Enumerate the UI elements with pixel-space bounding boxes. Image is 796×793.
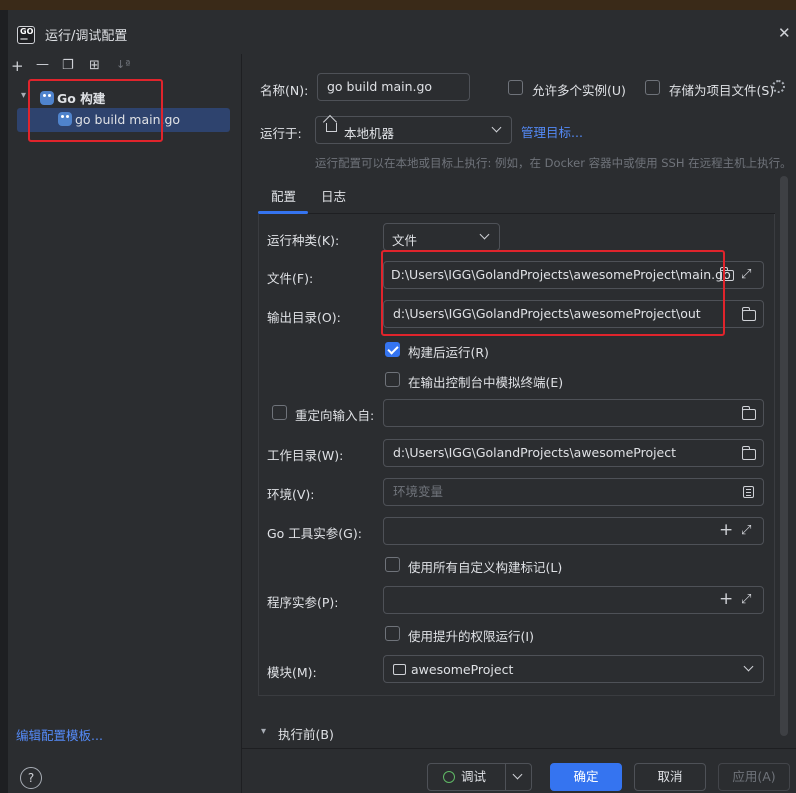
home-icon	[326, 123, 337, 132]
files-label: 文件(F):	[267, 271, 314, 286]
close-icon[interactable]: ✕	[778, 24, 791, 42]
emulate-terminal-label: 在输出控制台中模拟终端(E)	[408, 375, 564, 390]
gear-icon[interactable]	[772, 80, 785, 93]
manage-targets-link[interactable]: 管理目标...	[521, 122, 583, 141]
folder-icon[interactable]	[742, 406, 756, 420]
before-launch-label[interactable]: 执行前(B)	[278, 724, 334, 743]
run-on-hint: 运行配置可以在本地或目标上执行: 例如，在 Docker 容器中或使用 SSH …	[315, 156, 792, 170]
remove-icon[interactable]: —	[36, 57, 49, 72]
go-tool-args-label: Go 工具实参(G):	[267, 526, 362, 541]
apply-button[interactable]: 应用(A)	[718, 763, 790, 791]
module-value: awesomeProject	[393, 662, 513, 677]
goland-app-icon: GO —	[17, 26, 35, 44]
annotation-highlight-paths	[381, 250, 725, 336]
working-dir-label: 工作目录(W):	[267, 448, 344, 463]
tab-configuration[interactable]: 配置	[271, 186, 296, 205]
env-label: 环境(V):	[267, 487, 315, 502]
use-custom-tags-checkbox[interactable]	[385, 557, 400, 572]
vertical-scrollbar[interactable]	[780, 176, 788, 736]
go-tool-args-field[interactable]	[383, 517, 764, 545]
run-on-label: 运行于:	[260, 126, 302, 141]
background-editor-edge	[0, 10, 8, 793]
elevated-label: 使用提升的权限运行(I)	[408, 629, 534, 644]
edit-templates-link[interactable]: 编辑配置模板...	[16, 725, 103, 744]
add-icon[interactable]: +	[11, 57, 24, 75]
module-icon	[393, 664, 406, 675]
working-dir-field[interactable]: d:\Users\IGG\GolandProjects\awesomeProje…	[383, 439, 764, 467]
tree-expand-chevron-icon[interactable]: ▾	[21, 90, 26, 101]
expand-icon[interactable]: ⤢	[741, 592, 751, 607]
section-collapse-chevron-icon[interactable]: ▾	[261, 726, 266, 737]
run-on-value: 本地机器	[344, 126, 395, 141]
expand-icon[interactable]: ⤢	[741, 523, 751, 538]
sort-icon[interactable]: ↓ª	[116, 58, 130, 71]
allow-multiple-label: 允许多个实例(U)	[532, 83, 626, 98]
env-field[interactable]: 环境变量	[383, 478, 764, 506]
elevated-checkbox[interactable]	[385, 626, 400, 641]
dialog-title: 运行/调试配置	[45, 29, 128, 44]
background-window-strip	[0, 0, 796, 10]
debug-split-divider	[505, 764, 506, 790]
module-label: 模块(M):	[267, 665, 317, 680]
store-as-file-label: 存储为项目文件(S)	[669, 83, 775, 98]
run-after-build-label: 构建后运行(R)	[408, 345, 489, 360]
run-kind-value: 文件	[392, 233, 418, 248]
list-icon[interactable]	[743, 486, 754, 498]
bug-icon	[443, 771, 455, 783]
plus-icon[interactable]: +	[719, 520, 733, 540]
store-as-file-checkbox[interactable]	[645, 80, 660, 95]
help-icon[interactable]: ?	[20, 767, 42, 789]
copy-icon[interactable]: ❐	[62, 58, 74, 73]
annotation-highlight-tree	[28, 79, 163, 142]
name-label: 名称(N):	[260, 83, 309, 98]
folder-icon[interactable]	[742, 446, 756, 460]
expand-icon[interactable]: ⤢	[741, 267, 751, 282]
emulate-terminal-checkbox[interactable]	[385, 372, 400, 387]
run-kind-label: 运行种类(K):	[267, 233, 340, 248]
program-args-field[interactable]	[383, 586, 764, 614]
folder-add-icon[interactable]: ⊞	[89, 58, 100, 73]
config-tree-pane	[8, 54, 242, 793]
cancel-button[interactable]: 取消	[634, 763, 706, 791]
redirect-input-field[interactable]	[383, 399, 764, 427]
allow-multiple-checkbox[interactable]	[508, 80, 523, 95]
tab-logs[interactable]: 日志	[321, 186, 346, 205]
redirect-input-label: 重定向输入自:	[295, 408, 375, 423]
name-field[interactable]: go build main.go	[317, 73, 470, 101]
program-args-label: 程序实参(P):	[267, 595, 339, 610]
ok-button[interactable]: 确定	[550, 763, 622, 791]
use-custom-tags-label: 使用所有自定义构建标记(L)	[408, 560, 563, 575]
folder-icon[interactable]	[742, 307, 756, 321]
run-after-build-checkbox[interactable]	[385, 342, 400, 357]
output-dir-label: 输出目录(O):	[267, 310, 341, 325]
redirect-input-checkbox[interactable]	[272, 405, 287, 420]
plus-icon[interactable]: +	[719, 589, 733, 609]
